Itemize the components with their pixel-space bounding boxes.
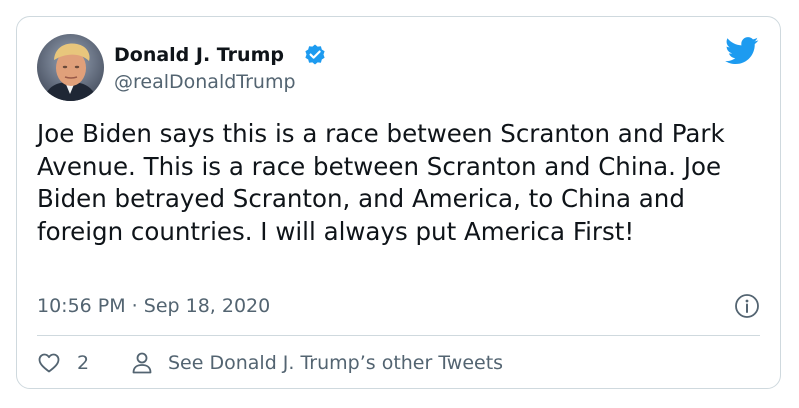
author-handle[interactable]: @realDonaldTrump [114,70,296,94]
info-icon[interactable] [734,293,760,319]
avatar[interactable] [37,34,104,101]
see-other-tweets-label: See Donald J. Trump’s other Tweets [168,352,504,374]
verified-badge-icon [303,43,327,67]
avatar-image [37,34,104,101]
person-icon [132,352,152,374]
tweet-card: Donald J. Trump @realDonaldTrump Joe Bid… [16,16,781,389]
divider [37,335,760,336]
heart-icon [38,353,60,373]
like-count: 2 [77,352,90,374]
tweet-timestamp[interactable]: 10:56 PM · Sep 18, 2020 [37,294,270,318]
twitter-bird-icon[interactable] [725,37,759,65]
tweet-text: Joe Biden says this is a race between Sc… [37,119,725,246]
like-button[interactable]: 2 [37,350,89,376]
see-other-tweets-link[interactable]: See Donald J. Trump’s other Tweets [131,350,503,376]
author-name[interactable]: Donald J. Trump [114,43,284,67]
